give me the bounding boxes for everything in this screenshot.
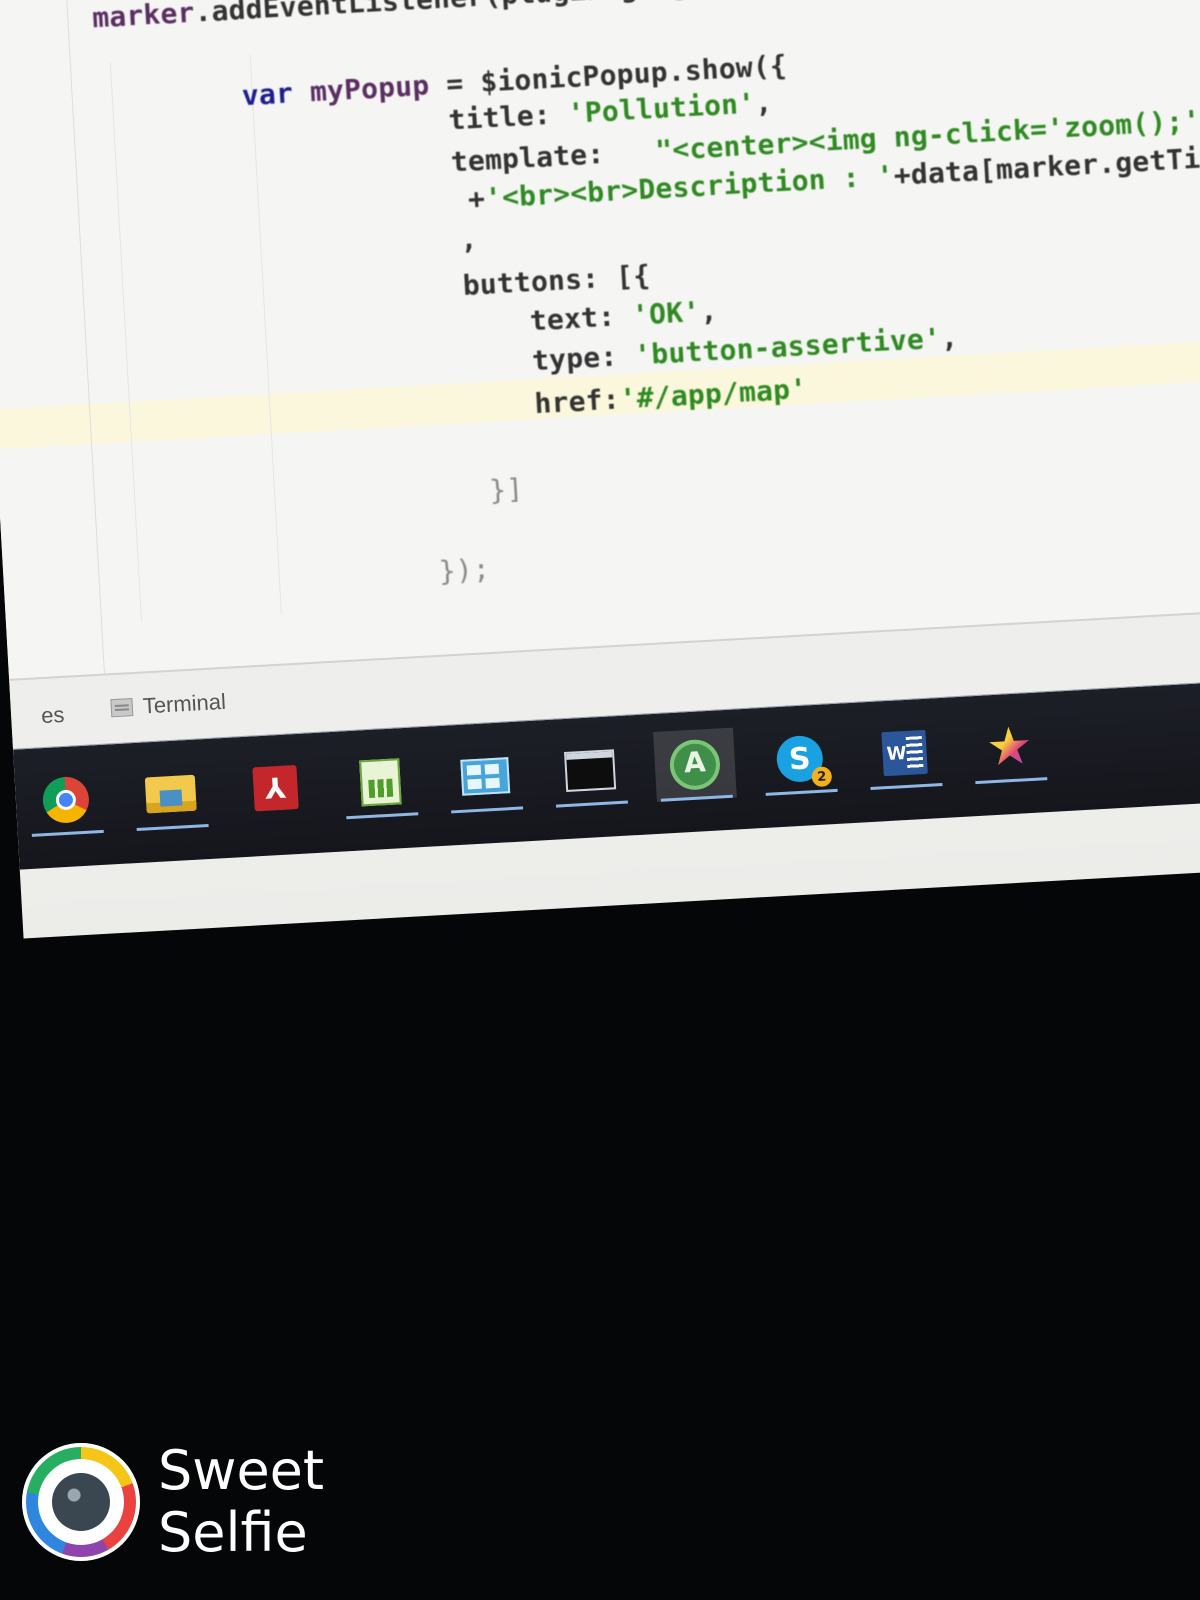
running-indicator: [346, 812, 419, 820]
taskbar-acrobat-button[interactable]: ⅄: [234, 751, 318, 825]
chart-icon: [359, 758, 402, 807]
code-token: 'Pollution': [566, 86, 757, 130]
taskbar-word-button[interactable]: W: [863, 716, 947, 790]
code-token: var: [240, 75, 311, 112]
code-editor[interactable]: marker.setDraggable(false);marker.addEve…: [0, 0, 1200, 679]
window-icon: [460, 757, 511, 796]
code-token: ,: [754, 85, 774, 120]
code-line: });: [438, 552, 491, 588]
word-icon: W: [881, 729, 928, 777]
running-indicator: [870, 782, 943, 790]
running-indicator: [451, 806, 524, 814]
code-token: ,: [699, 293, 719, 328]
taskbar-file-explorer-button[interactable]: [129, 757, 213, 832]
code-line: }]: [488, 472, 524, 507]
code-line: marker.addEventListener(plugin.google.ma…: [91, 0, 1200, 34]
code-token: text:: [528, 298, 634, 338]
android-studio-icon: [668, 738, 722, 792]
notification-badge: 2: [811, 766, 833, 788]
code-token: buttons: [{: [461, 258, 652, 302]
code-token: template:: [449, 134, 657, 179]
code-token: ,: [459, 222, 479, 257]
indent-guide: [109, 62, 143, 622]
taskbar-chrome-button[interactable]: [24, 763, 108, 837]
code-token: });: [437, 551, 491, 588]
code-token: }]: [488, 471, 525, 507]
pdf-icon: ⅄: [252, 765, 299, 812]
skype-glyph: S: [788, 740, 812, 777]
running-indicator: [660, 794, 733, 802]
code-line: ,: [459, 222, 478, 256]
running-indicator: [975, 777, 1048, 785]
terminal-tab[interactable]: Terminal: [110, 688, 227, 721]
tool-window-tab-partial[interactable]: es: [40, 702, 65, 729]
editor-gutter-divider: [64, 0, 105, 674]
running-indicator: [31, 829, 104, 837]
word-glyph: W: [886, 742, 908, 765]
code-line: text: 'OK',: [529, 294, 718, 337]
taskbar-chart-app-button[interactable]: [339, 745, 423, 820]
code-token: .addEventListener(plugin.google.maps.eve…: [194, 0, 1200, 28]
indent-guide: [249, 54, 282, 614]
code-token: ,: [939, 320, 959, 355]
running-indicator: [555, 800, 628, 808]
watermark-text: Sweet Selfie: [158, 1440, 324, 1564]
cmd-icon: [564, 749, 617, 792]
star-icon: ★: [984, 715, 1035, 779]
code-token: type:: [531, 338, 636, 378]
watermark-line-1: Sweet: [158, 1439, 325, 1502]
code-token: href:: [533, 382, 621, 421]
running-indicator: [765, 788, 838, 796]
code-token: 'OK': [631, 294, 702, 332]
code-token: title:: [447, 96, 569, 137]
chrome-icon: [41, 775, 91, 825]
taskbar-starred-app-button[interactable]: ★: [968, 710, 1052, 785]
taskbar-windows-app-button[interactable]: [443, 739, 527, 814]
terminal-icon: [110, 698, 134, 718]
code-token: myPopup: [309, 68, 431, 109]
code-line: buttons: [{: [462, 259, 651, 302]
sweet-selfie-watermark: Sweet Selfie: [22, 1440, 324, 1564]
monitor-screen: marker.setDraggable(false);marker.addEve…: [0, 0, 1200, 939]
taskbar-command-prompt-button[interactable]: [548, 733, 632, 808]
skype-icon: S 2: [775, 734, 833, 788]
terminal-tab-label: Terminal: [142, 688, 227, 719]
watermark-line-2: Selfie: [158, 1501, 308, 1564]
code-token: +: [467, 181, 486, 216]
running-indicator: [136, 824, 209, 832]
folder-icon: [144, 774, 197, 814]
taskbar-android-studio-button[interactable]: [653, 727, 737, 802]
taskbar-skype-button[interactable]: S 2: [758, 722, 842, 796]
code-token: marker: [91, 0, 196, 35]
sweet-selfie-logo-icon: [22, 1443, 140, 1561]
